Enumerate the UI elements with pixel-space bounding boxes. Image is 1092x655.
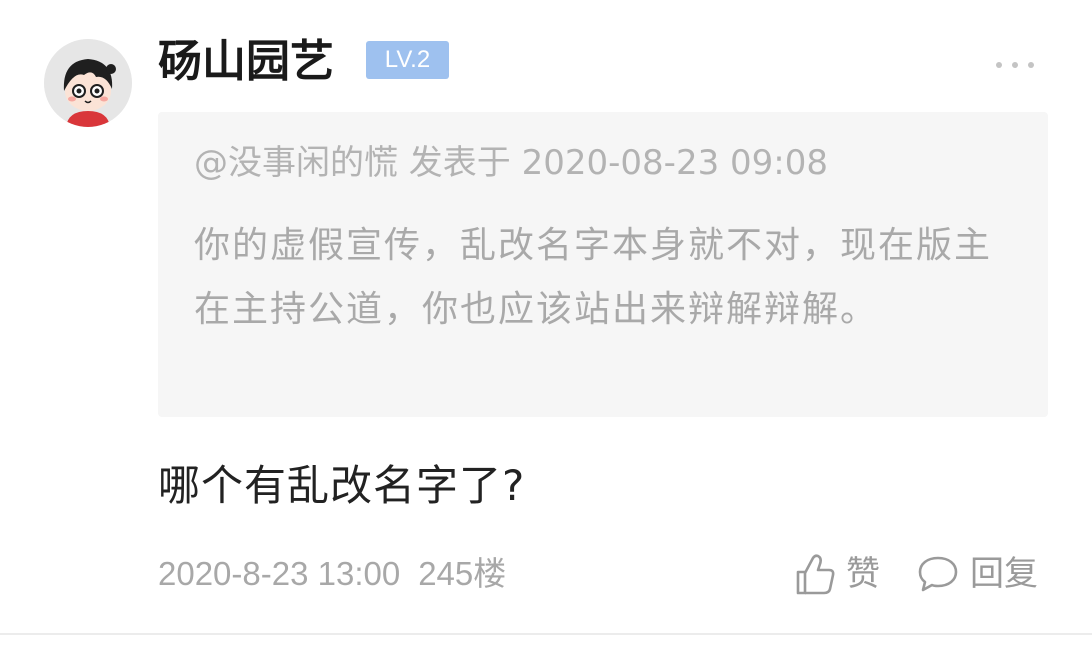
like-label: 赞 bbox=[846, 554, 880, 594]
floor-number: 245楼 bbox=[418, 555, 507, 592]
reply-content: 哪个有乱改名字了? bbox=[158, 461, 526, 510]
username[interactable]: 砀山园艺 bbox=[158, 36, 334, 88]
comment-bubble-icon bbox=[918, 556, 958, 592]
post-meta: 2020-8-23 13:00 245楼 bbox=[158, 552, 506, 596]
reply-button[interactable]: 回复 bbox=[916, 548, 1038, 600]
avatar-illustration bbox=[44, 39, 132, 127]
quote-text: 你的虚假宣传，乱改名字本身就不对，现在版主在主持公道，你也应该站出来辩解辩解。 bbox=[194, 225, 993, 330]
thumbs-up-icon bbox=[796, 554, 835, 595]
divider bbox=[0, 633, 1092, 635]
reply-label: 回复 bbox=[970, 554, 1038, 594]
more-icon[interactable] bbox=[992, 56, 1038, 68]
post-timestamp: 2020-8-23 13:00 bbox=[158, 555, 401, 592]
avatar[interactable] bbox=[44, 39, 132, 127]
level-badge: LV.2 bbox=[366, 41, 449, 79]
quoted-post[interactable]: @没事闲的慌 发表于 2020-08-23 09:08 你的虚假宣传，乱改名字本… bbox=[158, 112, 1048, 417]
quote-meta: @没事闲的慌 发表于 2020-08-23 09:08 bbox=[194, 143, 828, 183]
reply-post: 砀山园艺 LV.2 @没事闲的慌 发表于 2020-08-23 09:08 你的… bbox=[0, 0, 1092, 655]
like-button[interactable]: 赞 bbox=[794, 548, 880, 600]
more-dots bbox=[996, 62, 1034, 68]
